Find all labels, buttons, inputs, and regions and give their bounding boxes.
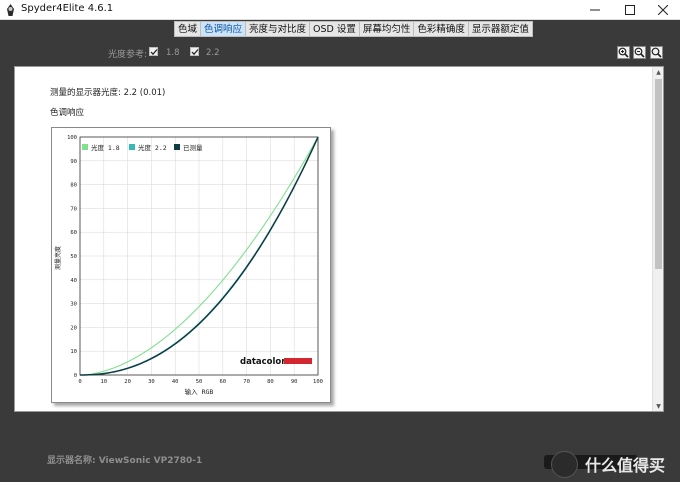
check-icon bbox=[150, 49, 158, 56]
toolbar bbox=[0, 38, 680, 64]
y-tick-label: 90 bbox=[70, 159, 77, 165]
x-tick-label: 90 bbox=[291, 379, 298, 385]
legend-label-gamma-2-2: 光度 2.2 bbox=[138, 143, 167, 152]
tab-color-accuracy[interactable]: 色彩精确度 bbox=[414, 22, 469, 36]
tone-response-chart: 0 10 20 30 40 50 60 70 80 90 100 0 10 20 30 40 50 60 70 80 9… bbox=[51, 127, 331, 403]
close-button[interactable] bbox=[646, 0, 680, 20]
scroll-down-arrow[interactable]: ▼ bbox=[655, 403, 662, 411]
x-tick-label: 10 bbox=[100, 379, 107, 385]
zoom-in-icon bbox=[618, 47, 629, 58]
chart-ticks: 0 10 20 30 40 50 60 70 80 90 100 0 10 20 30 40 50 60 70 80 9… bbox=[67, 135, 323, 385]
y-tick-label: 40 bbox=[70, 278, 77, 284]
x-tick-label: 40 bbox=[172, 379, 179, 385]
chart-svg: 0 10 20 30 40 50 60 70 80 90 100 0 10 20 30 40 50 60 70 80 9… bbox=[54, 135, 323, 396]
zoom-fit-icon bbox=[651, 47, 662, 58]
x-axis-label: 输入 RGB bbox=[185, 387, 214, 396]
gamma-1-8-checkbox[interactable] bbox=[149, 47, 158, 56]
x-tick-label: 50 bbox=[196, 379, 203, 385]
close-icon bbox=[658, 5, 668, 15]
datacolor-logo: datacolor bbox=[240, 357, 312, 367]
x-tick-label: 60 bbox=[219, 379, 226, 385]
tab-osd-settings[interactable]: OSD 设置 bbox=[310, 22, 360, 36]
window-title: Spyder4Elite 4.6.1 bbox=[21, 3, 114, 14]
y-tick-label: 60 bbox=[70, 230, 77, 236]
minimize-icon bbox=[590, 9, 600, 11]
zoom-in-button[interactable] bbox=[617, 46, 630, 59]
scroll-thumb[interactable] bbox=[655, 79, 662, 269]
gamma-1-8-label: 1.8 bbox=[166, 48, 180, 58]
display-name-text: 显示器名称: ViewSonic VP2780-1 bbox=[47, 456, 203, 466]
y-axis-label: 测量亮度 bbox=[54, 246, 62, 270]
brand-red-bar bbox=[284, 358, 312, 364]
legend-label-measured: 已测量 bbox=[183, 144, 203, 152]
zoom-out-icon bbox=[634, 47, 645, 58]
x-tick-label: 30 bbox=[148, 379, 155, 385]
check-icon bbox=[191, 49, 199, 56]
section-title: 色调响应 bbox=[50, 108, 85, 118]
maximize-icon bbox=[625, 5, 635, 15]
vertical-scrollbar[interactable]: ▲ ▼ bbox=[652, 67, 663, 411]
x-tick-label: 0 bbox=[78, 379, 81, 385]
y-tick-label: 100 bbox=[67, 135, 77, 141]
y-tick-label: 20 bbox=[70, 325, 77, 331]
legend-swatch-gamma-1-8 bbox=[82, 144, 88, 150]
x-tick-label: 70 bbox=[243, 379, 250, 385]
title-bar: Spyder4Elite 4.6.1 bbox=[0, 0, 680, 20]
zoom-fit-button[interactable] bbox=[650, 46, 663, 59]
tab-display-rating[interactable]: 显示器额定值 bbox=[469, 22, 532, 36]
tab-screen-uniformity[interactable]: 屏幕均匀性 bbox=[360, 22, 415, 36]
y-tick-label: 0 bbox=[74, 373, 77, 379]
spyder-app-icon bbox=[7, 4, 14, 16]
watermark-text: 什么值得买 bbox=[585, 456, 666, 475]
legend-label-gamma-1-8: 光度 1.8 bbox=[91, 143, 120, 152]
tab-brightness-contrast[interactable]: 亮度与对比度 bbox=[246, 22, 311, 36]
y-tick-label: 30 bbox=[70, 302, 77, 308]
measured-gamma-text: 测量的显示器光度: 2.2 (0.01) bbox=[50, 88, 166, 98]
report-tabs: 色域 色调响应 亮度与对比度 OSD 设置 屏幕均匀性 色彩精确度 显示器额定值 bbox=[174, 21, 533, 37]
report-panel: 测量的显示器光度: 2.2 (0.01) 色调响应 0 10 20 30 40 50 60 7… bbox=[14, 66, 664, 412]
watermark-logo-icon bbox=[551, 451, 578, 478]
tab-tone-response[interactable]: 色调响应 bbox=[201, 22, 247, 36]
gamma-2-2-checkbox[interactable] bbox=[190, 47, 199, 56]
legend-swatch-measured bbox=[174, 144, 180, 150]
maximize-button[interactable] bbox=[613, 0, 647, 20]
y-tick-label: 70 bbox=[70, 206, 77, 212]
x-tick-label: 20 bbox=[124, 379, 131, 385]
y-tick-label: 50 bbox=[70, 254, 77, 260]
tab-gamut[interactable]: 色域 bbox=[175, 22, 202, 36]
y-tick-label: 80 bbox=[70, 183, 77, 189]
scroll-up-arrow[interactable]: ▲ bbox=[655, 69, 662, 77]
x-tick-label: 100 bbox=[313, 379, 323, 385]
minimize-button[interactable] bbox=[578, 0, 612, 20]
brand-text: datacolor bbox=[240, 357, 286, 367]
legend-swatch-gamma-2-2 bbox=[129, 144, 135, 150]
gamma-2-2-label: 2.2 bbox=[206, 48, 220, 58]
y-tick-label: 10 bbox=[70, 349, 77, 355]
chart-legend: 光度 1.8 光度 2.2 已测量 bbox=[82, 143, 203, 152]
zoom-out-button[interactable] bbox=[633, 46, 646, 59]
x-tick-label: 80 bbox=[267, 379, 274, 385]
gamma-reference-label: 光度参考: bbox=[108, 50, 148, 60]
chart-grid bbox=[79, 136, 319, 376]
